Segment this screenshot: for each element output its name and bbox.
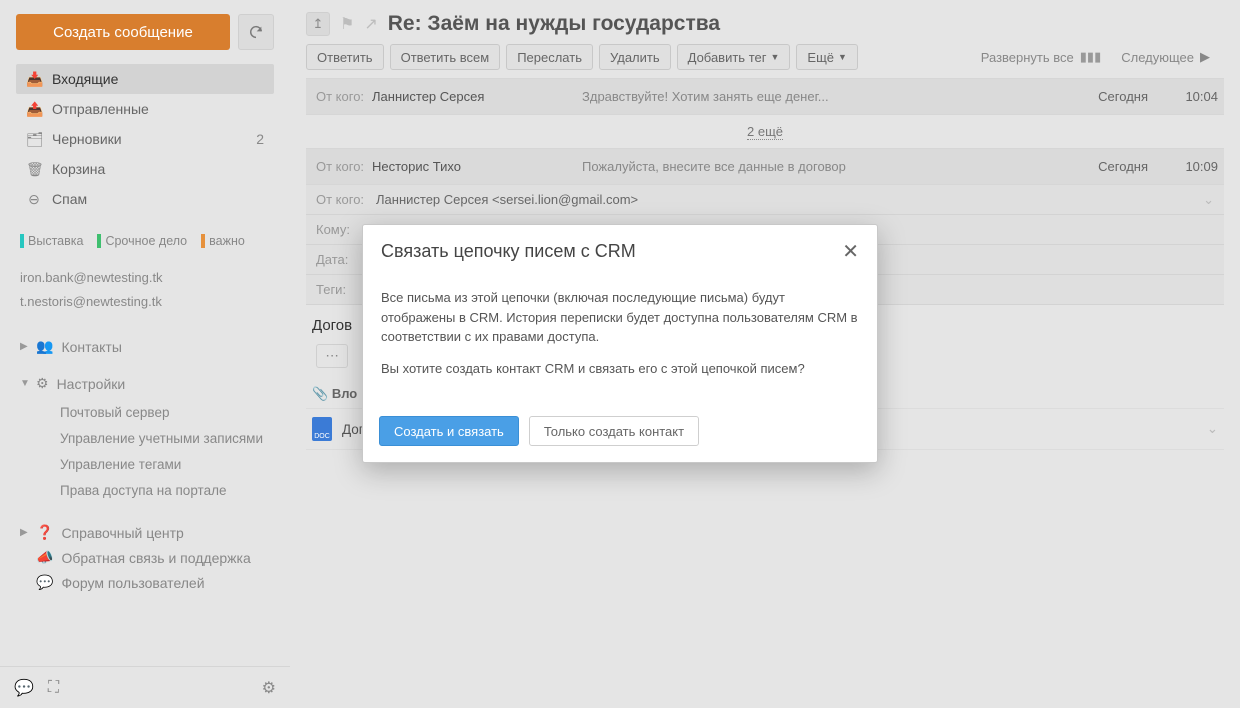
forward-button[interactable]: Переслать xyxy=(506,44,593,70)
megaphone-icon: 📣 xyxy=(36,549,53,566)
doc-icon xyxy=(312,417,332,441)
gear-icon: ⚙ xyxy=(36,375,49,392)
tag-swatch xyxy=(97,234,101,248)
tag-swatch xyxy=(20,234,24,248)
tag-swatch xyxy=(201,234,205,248)
help-icon: ❓ xyxy=(36,524,53,541)
open-external-icon[interactable]: ↗ xyxy=(364,14,377,34)
folder-label: Отправленные xyxy=(52,101,149,117)
caret-down-icon: ▼ xyxy=(838,52,847,62)
expand-all-link[interactable]: Развернуть все▮▮▮ xyxy=(981,49,1101,65)
more-button[interactable]: Ещё▼ xyxy=(796,44,858,70)
next-link[interactable]: Следующее▶ xyxy=(1121,49,1210,65)
tag-item[interactable]: важно xyxy=(201,234,245,248)
reply-all-button[interactable]: Ответить всем xyxy=(390,44,501,70)
settings-items: Почтовый сервер Управление учетными запи… xyxy=(16,396,274,508)
folder-trash[interactable]: 🗑 Корзина xyxy=(16,154,274,184)
folder-count: 2 xyxy=(256,131,264,147)
settings-item[interactable]: Права доступа на портале xyxy=(60,478,274,504)
settings-section[interactable]: ▼ ⚙ Настройки xyxy=(16,371,274,396)
chat-icon[interactable]: 💬 xyxy=(14,678,34,698)
expand-icon[interactable]: ⛶ xyxy=(48,679,59,697)
contacts-section[interactable]: ▶ 👥 Контакты xyxy=(16,334,274,359)
tag-list: Выставка Срочное дело важно xyxy=(16,228,274,260)
close-icon[interactable]: ✕ xyxy=(842,239,859,264)
gear-icon[interactable]: ⚙ xyxy=(262,678,276,698)
collapse-icon[interactable]: ⌄ xyxy=(1203,192,1214,208)
create-contact-only-button[interactable]: Только создать контакт xyxy=(529,416,699,446)
tag-item[interactable]: Срочное дело xyxy=(97,234,187,248)
feedback-link[interactable]: 📣 Обратная связь и поддержка xyxy=(16,545,274,570)
folder-drafts[interactable]: 🗂 Черновики 2 xyxy=(16,124,274,154)
tag-item[interactable]: Выставка xyxy=(20,234,83,248)
collapsed-messages[interactable]: 2 ещё xyxy=(306,115,1224,149)
modal-title: Связать цепочку писем с CRM xyxy=(381,241,636,262)
back-button[interactable]: ↥ xyxy=(306,12,330,36)
caret-right-icon: ▶ xyxy=(20,527,28,538)
folder-label: Корзина xyxy=(52,161,105,177)
sidebar: Создать сообщение 📥 Входящие 📤 Отправлен… xyxy=(0,0,290,708)
settings-item[interactable]: Управление тегами xyxy=(60,452,274,478)
delete-button[interactable]: Удалить xyxy=(599,44,671,70)
message-toolbar: Ответить Ответить всем Переслать Удалить… xyxy=(306,44,1224,70)
people-icon: 👥 xyxy=(36,338,53,355)
attachment-menu-icon[interactable]: ⌄ xyxy=(1207,421,1218,437)
thread-subject: Re: Заём на нужды государства xyxy=(388,12,720,36)
account-item[interactable]: t.nestoris@newtesting.tk xyxy=(20,290,270,314)
forum-link[interactable]: 💬 Форум пользователей xyxy=(16,570,274,595)
folder-label: Черновики xyxy=(52,131,122,147)
message-row[interactable]: От кого: Ланнистер Серсея Здравствуйте! … xyxy=(306,79,1224,115)
compose-button[interactable]: Создать сообщение xyxy=(16,14,230,50)
sidebar-footer: 💬 ⛶ ⚙ xyxy=(0,666,290,708)
account-item[interactable]: iron.bank@newtesting.tk xyxy=(20,266,270,290)
reply-button[interactable]: Ответить xyxy=(306,44,384,70)
account-list: iron.bank@newtesting.tk t.nestoris@newte… xyxy=(16,260,274,328)
folder-sent[interactable]: 📤 Отправленные xyxy=(16,94,274,124)
settings-item[interactable]: Управление учетными записями xyxy=(60,426,274,452)
chat-icon: 💬 xyxy=(36,574,53,591)
chevron-right-icon: ▶ xyxy=(1200,49,1210,65)
caret-right-icon: ▶ xyxy=(20,341,28,352)
trash-icon: 🗑 xyxy=(26,161,42,178)
bars-icon: ▮▮▮ xyxy=(1080,49,1101,65)
folder-label: Спам xyxy=(52,191,87,207)
add-tag-button[interactable]: Добавить тег▼ xyxy=(677,44,791,70)
folder-list: 📥 Входящие 📤 Отправленные 🗂 Черновики 2 … xyxy=(16,64,274,214)
folder-spam[interactable]: ⊖ Спам xyxy=(16,184,274,214)
folder-inbox[interactable]: 📥 Входящие xyxy=(16,64,274,94)
crm-link-modal: Связать цепочку писем с CRM ✕ Все письма… xyxy=(362,224,878,463)
modal-body: Все письма из этой цепочки (включая посл… xyxy=(363,278,877,406)
sent-icon: 📤 xyxy=(26,101,42,118)
inbox-icon: 📥 xyxy=(26,71,42,88)
flag-icon[interactable]: ⚑ xyxy=(340,14,354,34)
help-section[interactable]: ▶ ❓ Справочный центр xyxy=(16,520,274,545)
show-quoted-button[interactable]: ⋯ xyxy=(316,344,348,368)
message-row[interactable]: От кого: Несторис Тихо Пожалуйста, внеси… xyxy=(306,149,1224,185)
settings-item[interactable]: Почтовый сервер xyxy=(60,400,274,426)
draft-icon: 🗂 xyxy=(26,131,42,148)
spam-icon: ⊖ xyxy=(26,191,42,208)
folder-label: Входящие xyxy=(52,71,118,87)
create-and-link-button[interactable]: Создать и связать xyxy=(379,416,519,446)
refresh-button[interactable] xyxy=(238,14,274,50)
caret-down-icon: ▼ xyxy=(770,52,779,62)
caret-down-icon: ▼ xyxy=(20,378,28,389)
